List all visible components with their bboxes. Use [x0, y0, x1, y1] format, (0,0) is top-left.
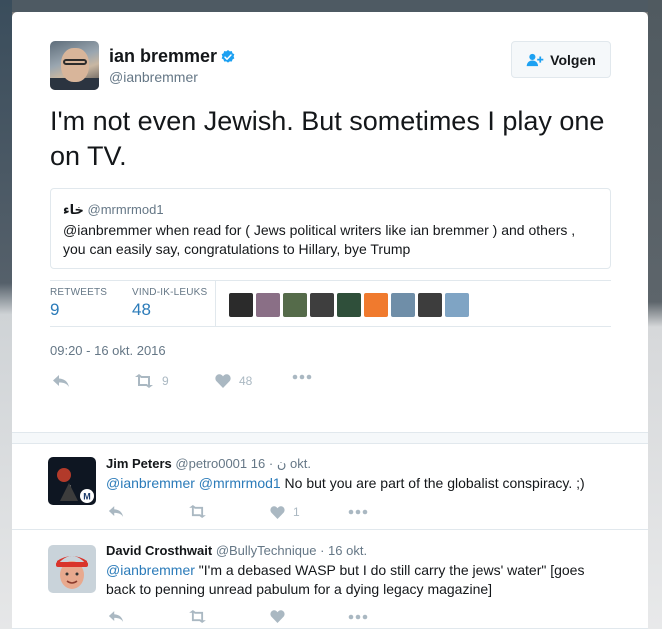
reply-author-handle[interactable]: @BullyTechnique [216, 543, 317, 558]
author-name[interactable]: ian bremmer [109, 46, 217, 67]
hourglass-avatar[interactable] [229, 293, 253, 317]
reply-timestamp[interactable]: 16 okt. [328, 543, 367, 558]
reply-author-name[interactable]: David Crosthwait [106, 543, 212, 558]
like-button[interactable] [270, 610, 293, 623]
quote-text: @ianbremmer when read for ( Jews politic… [63, 222, 576, 257]
follow-button[interactable]: Volgen [511, 41, 611, 78]
more-button[interactable] [348, 614, 368, 620]
retweet-count: 9 [162, 374, 169, 388]
tweet-timestamp[interactable]: 09:20 - 16 okt. 2016 [50, 343, 166, 358]
orange-egg-avatar[interactable] [364, 293, 388, 317]
more-icon [348, 614, 368, 620]
camo-avatar[interactable] [283, 293, 307, 317]
like-count: 1 [293, 505, 300, 519]
landscape-avatar[interactable] [391, 293, 415, 317]
more-button[interactable] [348, 509, 368, 515]
retweet-button[interactable] [188, 610, 215, 623]
quote-author-handle: @mrmrmod1 [87, 202, 164, 217]
like-button[interactable]: 1 [270, 505, 300, 519]
reply-author-name[interactable]: Jim Peters [106, 456, 172, 471]
more-icon [348, 509, 368, 515]
like-button[interactable]: 48 [215, 374, 252, 388]
quoted-tweet[interactable]: خاء @mrmrmod1 @ianbremmer when read for … [50, 188, 611, 269]
quote-header: خاء @mrmrmod1 [63, 201, 598, 219]
retweet-icon [189, 505, 206, 518]
avatar[interactable]: M [48, 457, 96, 505]
coast-avatar[interactable] [445, 293, 469, 317]
reply-button[interactable] [108, 505, 124, 518]
likes-label: VIND-IK-LEUKS [132, 287, 208, 298]
follow-label: Volgen [550, 51, 596, 68]
tweet-stats: RETWEETS 9 VIND-IK-LEUKS 48 [50, 280, 611, 327]
reply-mentions[interactable]: @ianbremmer @mrmrmod1 [106, 475, 281, 491]
verified-badge-icon [221, 50, 235, 63]
quote-author-name: خاء [63, 202, 84, 217]
retweet-icon [189, 610, 206, 623]
page-backdrop [0, 0, 662, 12]
reply-button[interactable] [108, 610, 124, 623]
permalink-tweet: ian bremmer @ianbremmer Volgen I'm not e… [12, 12, 648, 432]
likes-count: 48 [132, 300, 151, 319]
retweets-stat[interactable]: RETWEETS 9 [50, 287, 107, 320]
more-icon [292, 374, 312, 380]
retweet-button[interactable]: 9 [134, 374, 169, 388]
avatar[interactable] [48, 545, 96, 593]
reply-icon [108, 611, 124, 622]
heart-icon [270, 505, 285, 519]
green-figure-avatar[interactable] [337, 293, 361, 317]
reply-header: David Crosthwait @BullyTechnique · 16 ok… [106, 543, 368, 558]
author-handle[interactable]: @ianbremmer [109, 69, 198, 85]
tweet-text: I'm not even Jewish. But sometimes I pla… [50, 106, 605, 171]
more-button[interactable] [292, 374, 312, 380]
like-count: 48 [239, 374, 253, 388]
retweets-count: 9 [50, 300, 60, 319]
reply-text: @ianbremmer @mrmrmod1 No but you are par… [106, 474, 606, 493]
reply-text: @ianbremmer "I'm a debased WASP but I do… [106, 561, 606, 599]
reply-body: No but you are part of the globalist con… [280, 475, 585, 491]
reply-button[interactable] [52, 374, 70, 388]
reply-icon [53, 375, 69, 387]
page-backdrop-right [648, 0, 662, 629]
tweet-permalink-modal: ian bremmer @ianbremmer Volgen I'm not e… [12, 12, 648, 629]
portrait-avatar[interactable] [256, 293, 280, 317]
reply-header: Jim Peters @petro0001 ن · 16 okt. [106, 456, 311, 471]
reply-author-handle[interactable]: @petro0001 [175, 456, 247, 471]
reply-mentions[interactable]: @ianbremmer [106, 562, 195, 578]
reply-tweet[interactable]: David Crosthwait @BullyTechnique · 16 ok… [12, 530, 648, 629]
group-avatar[interactable] [418, 293, 442, 317]
reply-tweet[interactable]: M Jim Peters @petro0001 ن · 16 okt. @ian… [12, 445, 648, 530]
retweet-icon [135, 374, 153, 388]
heart-icon [215, 374, 231, 388]
svg-text:M: M [83, 492, 91, 502]
retweets-label: RETWEETS [50, 287, 108, 298]
avatar[interactable] [50, 41, 99, 90]
liker-avatars [229, 293, 469, 317]
bw-portrait-avatar[interactable] [310, 293, 334, 317]
heart-icon [270, 610, 285, 623]
page-backdrop-left [0, 0, 12, 629]
replies-separator [12, 432, 648, 444]
retweet-button[interactable] [188, 505, 215, 518]
stats-divider [215, 281, 216, 327]
likes-stat[interactable]: VIND-IK-LEUKS 48 [132, 287, 207, 320]
reply-icon [108, 506, 124, 517]
add-user-icon [526, 53, 544, 66]
